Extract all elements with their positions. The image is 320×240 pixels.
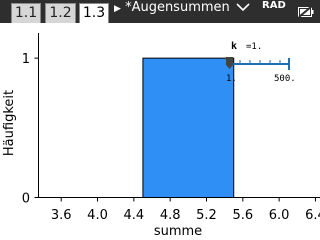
angle-mode-indicator: RAD	[262, 0, 286, 11]
x-tick-label: 6.0	[269, 208, 290, 223]
top-bar: 1.1 1.2 1.3 ▶ *Augensummen RAD	[0, 0, 320, 24]
tab-1-3[interactable]: 1.3	[79, 3, 109, 24]
x-axis-label: summe	[154, 224, 202, 239]
calculator-screen: 1.1 1.2 1.3 ▶ *Augensummen RAD Häufigkei…	[0, 0, 320, 240]
chevron-down-icon	[236, 3, 250, 12]
y-tick-label: 0	[22, 192, 30, 207]
tab-1-2[interactable]: 1.2	[45, 3, 76, 23]
y-axis-label: Häufigkeit	[2, 90, 17, 156]
play-arrow-icon: ▶	[114, 4, 121, 14]
battery-icon	[298, 5, 314, 18]
x-tick-label: 5.6	[232, 208, 253, 223]
x-tick-label: 3.6	[51, 208, 72, 223]
bars	[142, 57, 235, 198]
slider-min: 1.	[226, 74, 237, 84]
histogram-bar[interactable]	[142, 57, 235, 198]
x-tick-label: 6.4	[305, 208, 320, 223]
slider-max: 500.	[274, 74, 296, 84]
slider-label: k	[231, 41, 237, 52]
y-tick-label: 1	[22, 52, 30, 67]
x-tick-label: 4.4	[124, 208, 145, 223]
x-tick-label: 5.2	[196, 208, 217, 223]
document-title: *Augensummen	[125, 0, 230, 15]
histogram-chart: Häufigkeit 0 1 3.6 4.0 4.4 4.8 5.2 5.6 6.0 6.4 s…	[0, 23, 320, 240]
slider-value: =1.	[246, 42, 262, 52]
tab-1-1[interactable]: 1.1	[11, 3, 41, 23]
x-tick-label: 4.0	[87, 208, 108, 223]
x-tick-label: 4.8	[160, 208, 181, 223]
document-title-menu[interactable]: ▶ *Augensummen	[114, 0, 250, 23]
